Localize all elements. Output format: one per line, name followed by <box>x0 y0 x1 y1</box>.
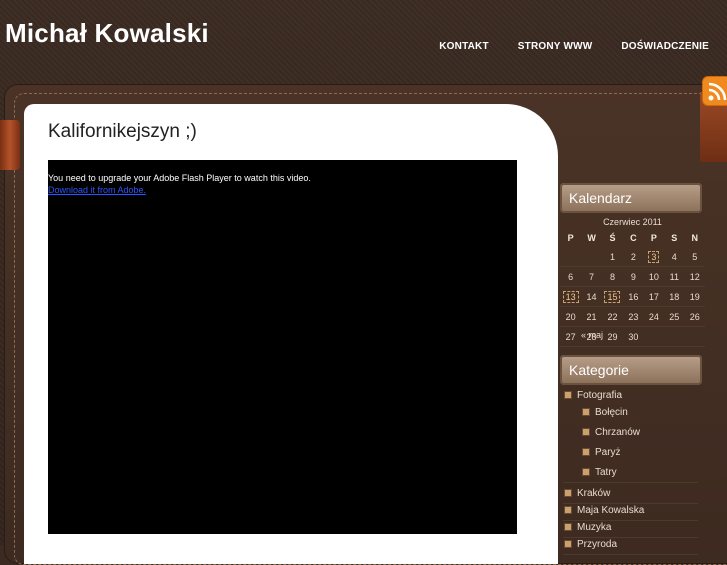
calendar-weekday: P <box>567 233 574 243</box>
nav-kontakt[interactable]: KONTAKT <box>439 41 489 52</box>
flash-video-player[interactable]: You need to upgrade your Adobe Flash Pla… <box>48 160 517 534</box>
calendar-day: 25 <box>664 306 685 327</box>
calendar-day: 1 <box>601 247 624 267</box>
rss-icon[interactable] <box>702 76 727 106</box>
subcategory-item[interactable]: Bołęcin <box>582 405 628 421</box>
category-item[interactable]: Maja Kowalska <box>564 503 644 519</box>
bullet-icon <box>582 468 590 477</box>
subcategory-item[interactable]: Paryż <box>582 445 621 461</box>
calendar-day: 30 <box>623 326 644 347</box>
calendar-widget: Czerwiec 2011 PWŚCPSN 1 2 3 4 5 6 7 8 9 10 11 12 13 1… <box>560 217 705 347</box>
main-nav: KONTAKT STRONY WWW DOŚWIADCZENIE <box>439 41 709 52</box>
calendar-week: 12345 <box>560 247 705 267</box>
calendar-week: 6 7 8 9 10 11 12 <box>560 266 705 287</box>
calendar-day: 9 <box>623 266 644 287</box>
calendar-weekday: Ś <box>609 233 616 243</box>
calendar-day[interactable]: 13 <box>560 286 582 307</box>
site-title[interactable]: Michał Kowalski <box>5 18 209 49</box>
calendar-day: 11 <box>664 266 685 287</box>
calendar-day: 27 <box>560 326 582 347</box>
calendar-day <box>664 326 685 347</box>
left-strap <box>0 120 20 170</box>
calendar-day[interactable]: 15 <box>601 286 624 307</box>
categories-heading: Kategorie <box>560 355 702 385</box>
bullet-icon <box>564 540 572 549</box>
calendar-heading: Kalendarz <box>560 183 702 213</box>
calendar-day: 14 <box>581 286 602 307</box>
subcategory-item[interactable]: Chrzanów <box>582 425 640 441</box>
calendar-day: 5 <box>684 247 705 267</box>
calendar-day: 12 <box>684 266 705 287</box>
category-label: Paryż <box>595 447 621 458</box>
calendar-day: 18 <box>664 286 685 307</box>
category-label: Kraków <box>577 488 611 499</box>
calendar-day <box>581 247 602 267</box>
calendar-week: 13 14 15 16 17 18 19 <box>560 286 705 307</box>
category-label: Tatry <box>595 467 617 478</box>
category-divider <box>563 482 698 483</box>
category-label: Maja Kowalska <box>577 505 645 516</box>
nav-doswiadczenie[interactable]: DOŚWIADCZENIE <box>621 41 709 52</box>
post-title[interactable]: Kalifornikejszyn ;) <box>48 121 197 143</box>
calendar-day: 7 <box>581 266 602 287</box>
calendar-day: 2 <box>623 247 644 267</box>
flash-download-link[interactable]: Download it from Adobe. <box>48 185 146 195</box>
calendar-day: 29 <box>601 326 624 347</box>
category-item[interactable]: Muzyka <box>564 520 611 536</box>
calendar-weekday: P <box>650 233 657 243</box>
calendar-day <box>560 247 582 267</box>
calendar-day: 16 <box>623 286 644 307</box>
calendar-day <box>684 326 705 347</box>
category-item[interactable]: Przyroda <box>564 537 617 553</box>
calendar-weekday: N <box>691 233 699 243</box>
nav-strony-www[interactable]: STRONY WWW <box>518 41 593 52</box>
calendar-day: 10 <box>643 266 665 287</box>
bullet-icon <box>564 391 572 400</box>
calendar-day <box>643 326 665 347</box>
calendar-day: 17 <box>643 286 665 307</box>
calendar-day: 20 <box>560 306 582 327</box>
category-item[interactable]: Fotografia <box>564 388 622 404</box>
calendar-day: 6 <box>560 266 582 287</box>
category-label: Chrzanów <box>595 427 641 438</box>
category-label: Muzyka <box>577 522 612 533</box>
calendar-day: 22 <box>601 306 624 327</box>
category-divider <box>563 554 698 555</box>
calendar-day: 23 <box>623 306 644 327</box>
calendar-weekday: C <box>630 233 637 243</box>
category-label: Bołęcin <box>595 407 628 418</box>
calendar-day: 24 <box>643 306 665 327</box>
bullet-icon <box>564 506 572 515</box>
bullet-icon <box>564 489 572 498</box>
bullet-icon <box>582 448 590 457</box>
calendar-day: 8 <box>601 266 624 287</box>
calendar-day[interactable]: 3 <box>643 247 665 267</box>
subcategory-item[interactable]: Tatry <box>582 465 617 481</box>
calendar-weekday: S <box>671 233 678 243</box>
bullet-icon <box>582 428 590 437</box>
calendar-prev-month-link[interactable]: « maj <box>581 330 603 340</box>
calendar-weekday: W <box>587 233 596 243</box>
category-item[interactable]: Kraków <box>564 486 610 502</box>
category-label: Fotografia <box>577 390 623 401</box>
calendar-day: 26 <box>684 306 705 327</box>
calendar-day: 19 <box>684 286 705 307</box>
calendar-caption: Czerwiec 2011 <box>603 217 662 227</box>
bullet-icon <box>582 408 590 417</box>
flash-upgrade-message: You need to upgrade your Adobe Flash Pla… <box>48 173 311 183</box>
calendar-week: 20 21 22 23 24 25 26 <box>560 306 705 327</box>
bullet-icon <box>564 523 572 532</box>
calendar-day: 21 <box>581 306 602 327</box>
calendar-day: 4 <box>664 247 685 267</box>
